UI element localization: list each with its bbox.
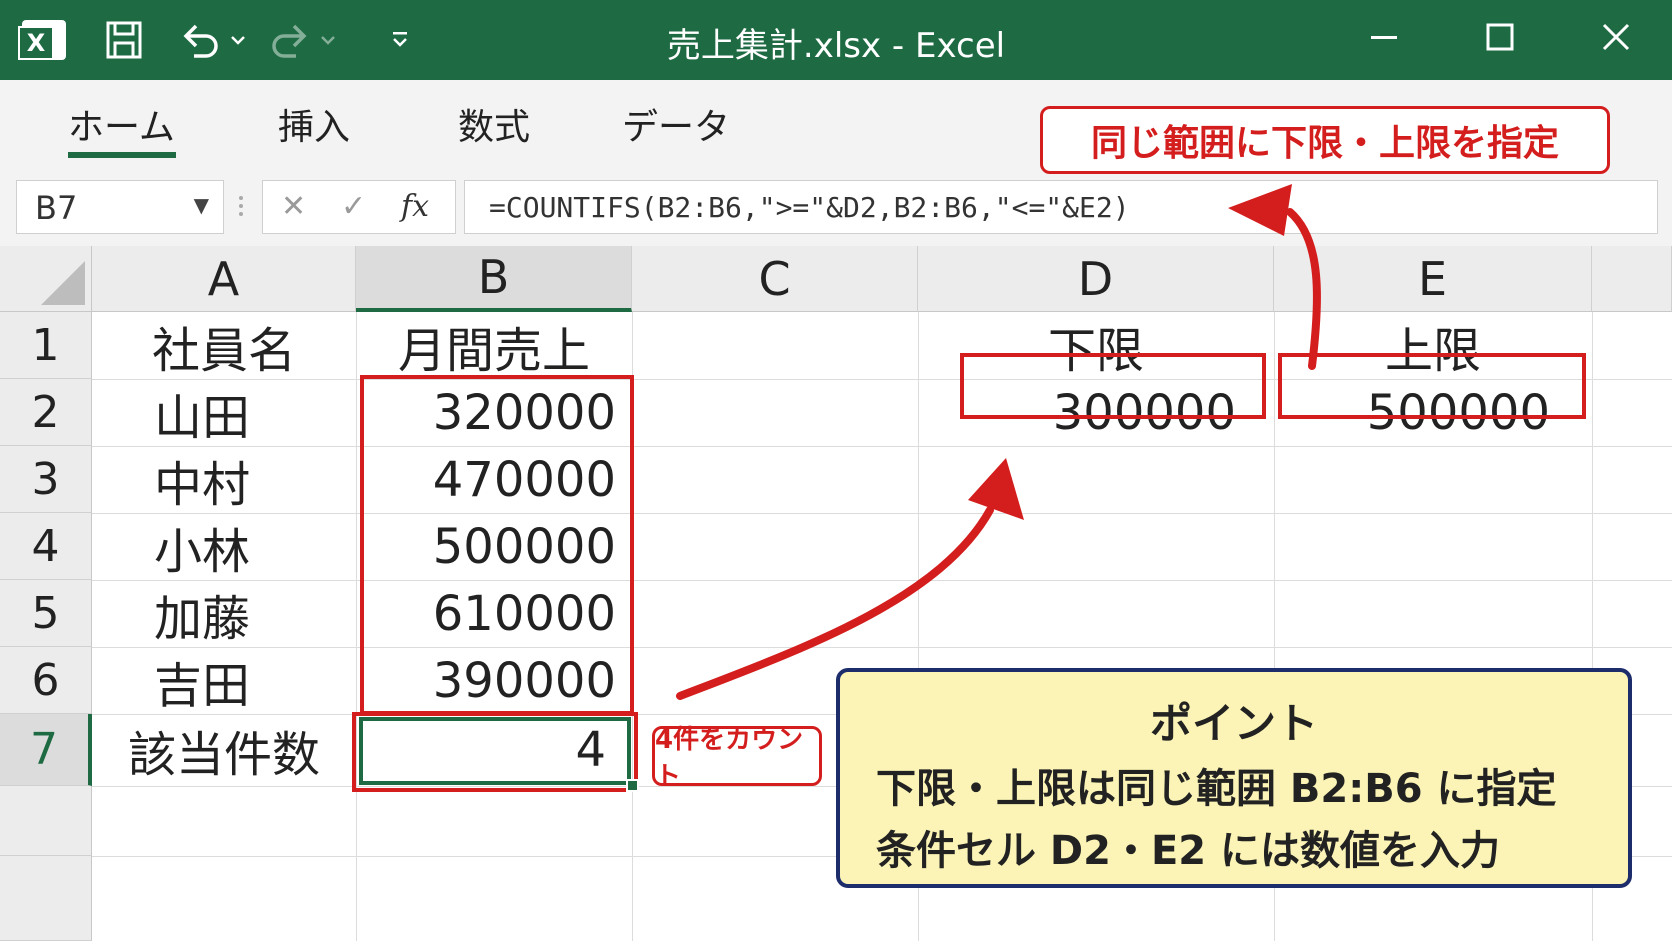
name-box-value: B7 — [35, 189, 78, 227]
formula-bar: B7 ▼ ✕ ✓ fx =COUNTIFS(B2:B6,">="&D2,B2:B… — [0, 166, 1672, 246]
upper-limit-highlight — [1278, 353, 1586, 419]
active-tab-indicator — [68, 152, 176, 158]
range-b2-b6-highlight — [360, 375, 634, 715]
title-bar: X 売上集計.xlsx - Excel — [0, 0, 1672, 80]
range-callout: 同じ範囲に下限・上限を指定 — [1040, 106, 1610, 174]
point-line-1: 下限・上限は同じ範囲 B2:B6 に指定 — [876, 766, 1557, 812]
minimize-icon[interactable] — [1354, 12, 1414, 62]
row-header-8[interactable] — [0, 786, 92, 856]
point-note-box: ポイント 下限・上限は同じ範囲 B2:B6 に指定 条件セル D2・E2 には数… — [836, 668, 1632, 888]
column-header-d[interactable]: D — [918, 246, 1274, 312]
row-header-2[interactable]: 2 — [0, 379, 92, 446]
formula-controls: ✕ ✓ fx — [262, 180, 456, 234]
row-header-5[interactable]: 5 — [0, 580, 92, 647]
row-header-3[interactable]: 3 — [0, 446, 92, 513]
cell-a7[interactable]: 該当件数 — [92, 714, 356, 786]
cell-a3[interactable]: 中村 — [92, 446, 312, 513]
column-header-a[interactable]: A — [92, 246, 356, 312]
row-header-7[interactable]: 7 — [0, 714, 92, 786]
tab-data[interactable]: データ — [622, 98, 730, 150]
name-box-dropdown-icon[interactable]: ▼ — [194, 193, 209, 217]
formula-input[interactable]: =COUNTIFS(B2:B6,">="&D2,B2:B6,"<="&E2) — [464, 180, 1658, 234]
maximize-icon[interactable] — [1470, 12, 1530, 62]
point-title: ポイント — [1149, 699, 1318, 748]
column-header-e[interactable]: E — [1274, 246, 1592, 312]
select-all-corner[interactable] — [0, 246, 92, 312]
enter-icon[interactable]: ✓ — [341, 189, 366, 224]
insert-function-icon[interactable]: fx — [401, 189, 429, 224]
window-title: 売上集計.xlsx - Excel — [666, 26, 1006, 66]
tab-insert[interactable]: 挿入 — [278, 98, 350, 150]
column-header-b[interactable]: B — [356, 246, 632, 312]
active-cell-b7[interactable] — [359, 717, 631, 785]
cancel-icon[interactable]: ✕ — [281, 189, 306, 224]
name-box[interactable]: B7 ▼ — [16, 180, 224, 234]
fill-handle[interactable] — [626, 779, 639, 792]
cell-a1[interactable]: 社員名 — [92, 312, 356, 379]
column-header-f[interactable] — [1592, 246, 1672, 312]
tab-home[interactable]: ホーム — [68, 98, 175, 150]
cell-a4[interactable]: 小林 — [92, 513, 312, 580]
column-header-c[interactable]: C — [632, 246, 918, 312]
tab-formulas[interactable]: 数式 — [458, 98, 530, 150]
close-icon[interactable] — [1586, 12, 1646, 62]
row-header-6[interactable]: 6 — [0, 647, 92, 714]
formula-bar-grip-icon — [238, 192, 244, 220]
point-line-2: 条件セル D2・E2 には数値を入力 — [876, 828, 1501, 874]
row-header-1[interactable]: 1 — [0, 312, 92, 379]
lower-limit-highlight — [960, 353, 1266, 419]
cell-a5[interactable]: 加藤 — [92, 580, 312, 647]
cell-b1[interactable]: 月間売上 — [356, 312, 632, 379]
cell-a6[interactable]: 吉田 — [92, 647, 312, 714]
row-header-9[interactable] — [0, 856, 92, 941]
row-header-4[interactable]: 4 — [0, 513, 92, 580]
cell-a2[interactable]: 山田 — [92, 379, 312, 446]
formula-text: =COUNTIFS(B2:B6,">="&D2,B2:B6,"<="&E2) — [489, 191, 1130, 224]
count-callout: 4件をカウント — [652, 725, 822, 792]
